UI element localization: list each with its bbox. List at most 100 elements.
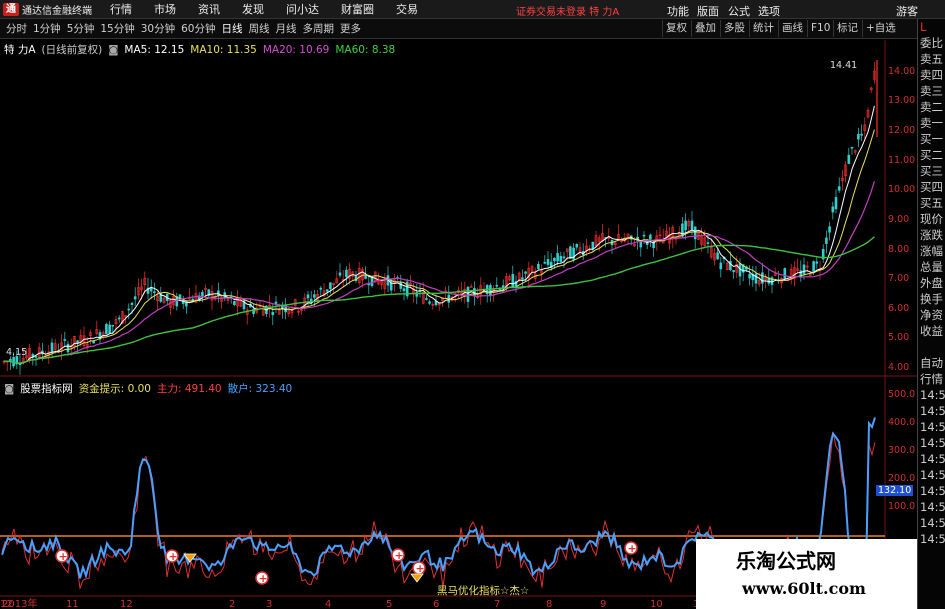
candle-body xyxy=(569,246,572,259)
candle-body xyxy=(639,241,643,248)
quote-panel-row: 外盘 xyxy=(920,276,943,290)
quote-panel-row: 14:5 xyxy=(920,388,945,402)
quote-panel-row: 卖三 xyxy=(920,84,943,98)
candle-body xyxy=(716,252,719,260)
watermark: 乐淘公式网 www.60lt.com xyxy=(696,539,917,609)
date-tick-label: 10 xyxy=(650,599,663,609)
buy-signal-plus: + xyxy=(395,549,404,562)
candle-body xyxy=(834,197,838,210)
quote-panel-row: 卖二 xyxy=(920,100,943,114)
candle-body xyxy=(489,285,492,296)
diamond-signal-icon xyxy=(410,573,424,583)
quote-panel: L 委比 卖五 卖四 卖三 卖二 卖一 买一 买二 买三 买四 买五 现价 涨跌 涨幅 总量 外盘 换手 净资 收益自… xyxy=(917,19,945,609)
candle-body xyxy=(719,262,723,270)
quote-panel-row xyxy=(918,339,945,355)
candle-body xyxy=(233,301,236,306)
candle-body xyxy=(642,234,646,237)
candle-body xyxy=(847,154,851,164)
candle-body xyxy=(466,286,470,302)
candle-body xyxy=(543,261,547,264)
candle-body xyxy=(860,133,863,136)
candle-body xyxy=(111,324,115,327)
quote-panel-row: 涨跌 xyxy=(920,228,943,242)
quote-panel-row: 买五 xyxy=(920,196,943,210)
candle-body xyxy=(684,220,687,231)
candle-body xyxy=(501,285,505,288)
candle-body xyxy=(652,242,655,249)
formula-label: 黑马优化指标☆杰☆ xyxy=(437,585,530,597)
kline-chart[interactable]: +++++++ 2013年111223456789101112 xyxy=(0,0,917,609)
candle-body xyxy=(831,206,835,213)
quote-panel-row: 14:5 xyxy=(920,436,945,450)
candle-body xyxy=(50,342,54,353)
candle-body xyxy=(524,271,527,274)
quote-panel-row: 涨幅 xyxy=(920,244,943,258)
candle-body xyxy=(802,264,806,275)
candle-body xyxy=(306,294,310,299)
candle-body xyxy=(313,294,316,298)
buy-signal-plus: + xyxy=(416,562,425,575)
candle-body xyxy=(127,308,131,311)
candle-body xyxy=(364,274,367,279)
ma5-line xyxy=(4,105,875,365)
candle-body xyxy=(837,186,841,191)
candle-body xyxy=(425,298,428,300)
sub-tick-label: 200.0 xyxy=(888,473,916,484)
candle-body xyxy=(761,272,764,284)
candle-body xyxy=(748,274,751,279)
buy-signal-plus: + xyxy=(259,572,268,585)
price-tick-label: 13.00 xyxy=(888,95,916,107)
candle-body xyxy=(130,302,134,306)
candle-body xyxy=(681,223,684,237)
sub-tick-label: 400.0 xyxy=(888,417,916,428)
quote-panel-row: 14:5 xyxy=(920,516,945,530)
price-tick-label: 8.00 xyxy=(888,243,910,255)
quote-panel-row: 委比 xyxy=(920,36,943,50)
candle-body xyxy=(783,268,787,279)
quote-panel-row: 卖四 xyxy=(920,68,943,82)
candle-body xyxy=(117,317,121,320)
candle-body xyxy=(338,272,342,276)
quote-panel-row: 自动 xyxy=(920,356,943,370)
quote-panel-row: 行情 xyxy=(920,372,943,386)
candle-body xyxy=(428,301,431,304)
candle-body xyxy=(850,146,854,149)
buy-signal-plus: + xyxy=(628,542,637,555)
candle-body xyxy=(133,296,137,300)
candle-body xyxy=(537,263,540,269)
candle-body xyxy=(754,273,758,284)
sub-value-badge: 132.10 xyxy=(876,485,914,496)
watermark-title: 乐淘公式网 xyxy=(736,549,836,573)
candle-body xyxy=(153,291,156,294)
date-tick-label: 5 xyxy=(386,599,392,609)
quote-panel-row: 总量 xyxy=(920,260,943,274)
candle-body xyxy=(521,277,524,280)
candle-body xyxy=(815,261,819,264)
candle-body xyxy=(511,273,515,288)
quote-panel-row: 卖五 xyxy=(920,52,943,66)
candle-body xyxy=(325,289,329,292)
candle-body xyxy=(108,324,111,334)
quote-panel-row: 14:5 xyxy=(920,404,945,418)
price-tick-label: 11.00 xyxy=(888,154,916,166)
candle-body xyxy=(329,282,332,289)
quote-panel-row: 收益 xyxy=(920,324,943,338)
date-tick-label: 3 xyxy=(266,599,272,609)
quote-panel-row: 14:5 xyxy=(920,532,945,546)
date-tick-label: 12 xyxy=(120,599,133,609)
quote-panel-row: 净资 xyxy=(920,308,943,322)
ma60-line xyxy=(4,236,875,364)
candle-body xyxy=(812,261,815,273)
price-tick-label: 6.00 xyxy=(888,302,910,314)
price-tick-label: 4.00 xyxy=(888,362,910,373)
quote-panel-row: 14:5 xyxy=(920,500,945,514)
candle-body xyxy=(63,339,67,341)
candle-body xyxy=(546,259,550,265)
candle-body xyxy=(562,256,566,259)
quote-panel-row: L xyxy=(920,20,927,34)
price-tick-label: 7.00 xyxy=(888,273,910,285)
candle-body xyxy=(92,340,95,344)
quote-panel-row: 14:5 xyxy=(920,420,945,434)
candle-body xyxy=(706,242,710,244)
candle-body xyxy=(34,356,38,358)
